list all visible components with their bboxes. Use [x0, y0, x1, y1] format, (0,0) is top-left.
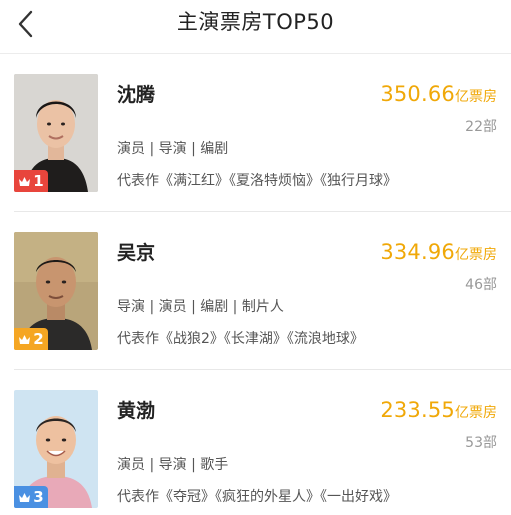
- actor-roles: 导演 | 演员 | 编剧 | 制片人: [117, 299, 284, 315]
- rank-number: 1: [33, 172, 44, 190]
- boxoffice-total: 233.55亿票房: [380, 398, 497, 422]
- actor-row[interactable]: 3 黄渤 233.55亿票房 53部 演员 | 导演 | 歌手 代表作《夺冠》《…: [0, 372, 511, 515]
- actor-row[interactable]: 1 沈腾 350.66亿票房 22部 演员 | 导演 | 编剧 代表作《满江红》…: [0, 56, 511, 212]
- boxoffice-value: 350.66: [380, 82, 455, 106]
- rank-number: 2: [33, 330, 44, 348]
- representative-works: 代表作《战狼2》《长津湖》《流浪地球》: [117, 331, 364, 347]
- crown-icon: [19, 176, 31, 186]
- rank-badge: 2: [14, 328, 48, 350]
- page-title: 主演票房TOP50: [176, 10, 335, 34]
- actor-photo: 2: [14, 232, 98, 350]
- film-count: 46部: [465, 277, 497, 293]
- representative-works: 代表作《夺冠》《疯狂的外星人》《一出好戏》: [117, 489, 397, 505]
- boxoffice-unit: 亿票房: [455, 405, 497, 421]
- row-divider: [14, 211, 511, 212]
- rank-number: 3: [33, 488, 44, 506]
- boxoffice-total: 350.66亿票房: [380, 82, 497, 106]
- crown-icon: [19, 334, 31, 344]
- boxoffice-value: 334.96: [380, 240, 455, 264]
- actor-photo: 1: [14, 74, 98, 192]
- boxoffice-unit: 亿票房: [455, 89, 497, 105]
- actor-row[interactable]: 2 吴京 334.96亿票房 46部 导演 | 演员 | 编剧 | 制片人 代表…: [0, 214, 511, 370]
- actor-roles: 演员 | 导演 | 编剧: [117, 141, 229, 157]
- actor-roles: 演员 | 导演 | 歌手: [117, 457, 229, 473]
- boxoffice-value: 233.55: [380, 398, 455, 422]
- rank-badge: 3: [14, 486, 48, 508]
- representative-works: 代表作《满江红》《夏洛特烦恼》《独行月球》: [117, 173, 397, 189]
- actor-photo: 3: [14, 390, 98, 508]
- boxoffice-unit: 亿票房: [455, 247, 497, 263]
- film-count: 22部: [465, 119, 497, 135]
- row-divider: [14, 369, 511, 370]
- crown-icon: [19, 492, 31, 502]
- actor-name: 吴京: [117, 242, 156, 264]
- actor-name: 沈腾: [117, 84, 156, 106]
- rank-badge: 1: [14, 170, 48, 192]
- header-bar: 主演票房TOP50: [0, 0, 511, 54]
- film-count: 53部: [465, 435, 497, 451]
- actor-name: 黄渤: [117, 400, 156, 422]
- boxoffice-total: 334.96亿票房: [380, 240, 497, 264]
